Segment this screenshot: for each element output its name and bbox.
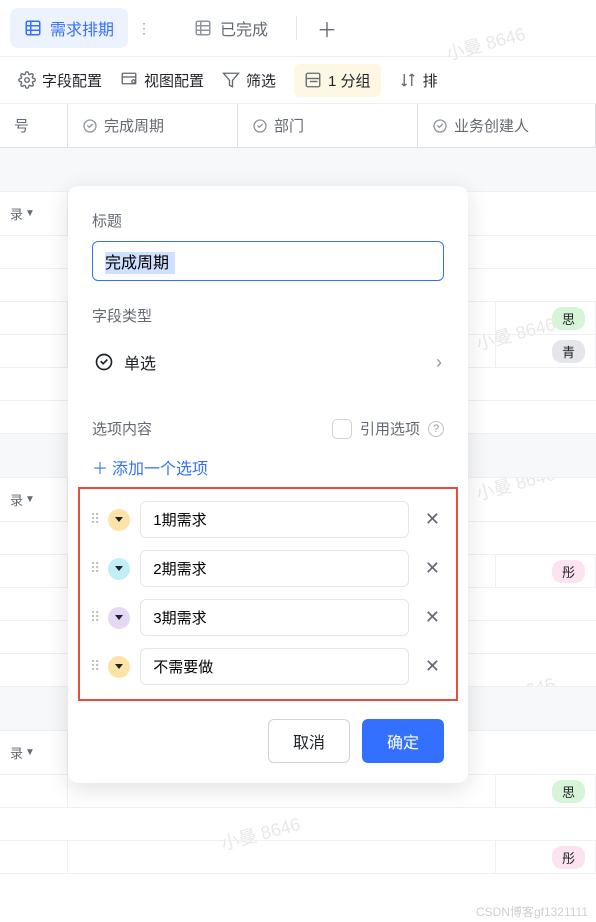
filter-button[interactable]: 筛选 (222, 70, 276, 91)
gear-icon (18, 71, 36, 89)
options-label: 选项内容 (92, 418, 152, 439)
sort-button[interactable]: 排 (399, 70, 438, 91)
record-dropdown[interactable]: 录▼ (0, 478, 68, 521)
drag-handle-icon[interactable]: ⠿ (90, 609, 98, 626)
filter-icon (222, 71, 240, 89)
col-label: 业务创建人 (454, 115, 529, 136)
col-label: 完成周期 (104, 115, 164, 136)
ref-label: 引用选项 (360, 418, 420, 439)
field-type-value: 单选 (124, 350, 156, 374)
user-badge: 思 (552, 780, 585, 803)
popover-footer: 取消 确定 (92, 719, 444, 763)
grid-icon (194, 19, 212, 37)
record-dropdown[interactable]: 录▼ (0, 192, 68, 235)
tab-label: 需求排期 (50, 16, 114, 40)
add-tab-icon[interactable]: ＋ (311, 8, 343, 49)
options-highlighted-box: ⠿ ✕ ⠿ ✕ ⠿ ✕ ⠿ ✕ (78, 487, 458, 701)
record-dropdown[interactable]: 录▼ (0, 731, 68, 774)
option-row: ⠿ ✕ (90, 599, 446, 636)
user-badge: 彤 (552, 846, 585, 869)
sort-icon (399, 71, 417, 89)
tabs-bar: 需求排期 ⋮ 已完成 ＋ (0, 0, 596, 56)
remove-option-icon[interactable]: ✕ (419, 607, 446, 628)
field-type-label: 字段类型 (92, 305, 444, 326)
user-badge: 青 (552, 340, 585, 363)
view-config-button[interactable]: 视图配置 (120, 70, 204, 91)
reference-options-toggle[interactable]: 引用选项 ? (332, 418, 444, 439)
option-input[interactable] (140, 599, 409, 636)
user-badge: 思 (552, 307, 585, 330)
add-option-button[interactable]: ＋ 添加一个选项 (92, 455, 444, 479)
group-icon (304, 71, 322, 89)
option-color-picker[interactable] (108, 558, 130, 580)
confirm-button[interactable]: 确定 (362, 719, 444, 763)
remove-option-icon[interactable]: ✕ (419, 509, 446, 530)
field-config-popover: 标题 字段类型 单选 › 选项内容 引用选项 ? ＋ 添加一个选项 ⠿ ✕ ⠿ (68, 186, 468, 783)
layout-icon (120, 71, 138, 89)
tab-completed[interactable]: 已完成 (180, 8, 282, 48)
help-icon[interactable]: ? (428, 421, 444, 437)
title-label: 标题 (92, 210, 444, 231)
column-dept[interactable]: 部门 (238, 104, 418, 147)
tool-label: 1 分组 (328, 70, 371, 91)
column-creator[interactable]: 业务创建人 (418, 104, 596, 147)
checkbox[interactable] (332, 419, 352, 439)
tab-demand-schedule[interactable]: 需求排期 (10, 8, 128, 48)
option-row: ⠿ ✕ (90, 648, 446, 685)
tab-label: 已完成 (220, 16, 268, 40)
field-config-button[interactable]: 字段配置 (18, 70, 102, 91)
chevron-right-icon: › (436, 352, 442, 373)
divider (296, 16, 297, 40)
table-header: 号 完成周期 部门 业务创建人 (0, 104, 596, 148)
option-input[interactable] (140, 648, 409, 685)
single-select-icon (432, 118, 448, 134)
field-type-selector[interactable]: 单选 › (92, 336, 444, 388)
drag-handle-icon[interactable]: ⠿ (90, 658, 98, 675)
option-input[interactable] (140, 501, 409, 538)
remove-option-icon[interactable]: ✕ (419, 656, 446, 677)
col-label: 号 (14, 115, 29, 136)
toolbar: 字段配置 视图配置 筛选 1 分组 排 (0, 56, 596, 104)
single-select-icon (82, 118, 98, 134)
tab-more-icon[interactable]: ⋮ (132, 20, 156, 37)
option-color-picker[interactable] (108, 607, 130, 629)
tool-label: 字段配置 (42, 70, 102, 91)
option-row: ⠿ ✕ (90, 550, 446, 587)
tool-label: 视图配置 (144, 70, 204, 91)
plus-icon: ＋ (92, 455, 108, 479)
group-button[interactable]: 1 分组 (294, 64, 381, 97)
grid-icon (24, 19, 42, 37)
option-input[interactable] (140, 550, 409, 587)
single-select-icon (94, 352, 114, 372)
tool-label: 排 (423, 70, 438, 91)
drag-handle-icon[interactable]: ⠿ (90, 511, 98, 528)
option-row: ⠿ ✕ (90, 501, 446, 538)
col-label: 部门 (274, 115, 304, 136)
cancel-button[interactable]: 取消 (268, 719, 350, 763)
user-badge: 彤 (552, 560, 585, 583)
tool-label: 筛选 (246, 70, 276, 91)
title-input[interactable] (92, 241, 444, 281)
remove-option-icon[interactable]: ✕ (419, 558, 446, 579)
column-cycle[interactable]: 完成周期 (68, 104, 238, 147)
option-color-picker[interactable] (108, 656, 130, 678)
single-select-icon (252, 118, 268, 134)
csdn-watermark: CSDN博客gf1321111 (476, 903, 588, 920)
column-sequence[interactable]: 号 (0, 104, 68, 147)
option-color-picker[interactable] (108, 509, 130, 531)
drag-handle-icon[interactable]: ⠿ (90, 560, 98, 577)
